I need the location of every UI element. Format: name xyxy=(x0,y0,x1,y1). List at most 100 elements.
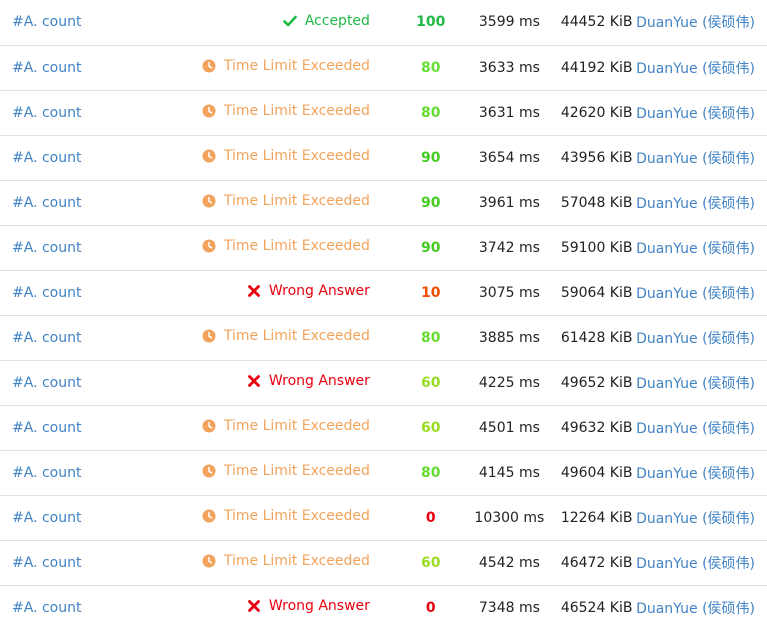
user-link[interactable]: DuanYue (侯硕伟) xyxy=(636,151,755,167)
user-cell: DuanYue (侯硕伟) xyxy=(636,360,767,405)
score-value: 100 xyxy=(416,14,446,31)
status-link[interactable]: Time Limit Exceeded xyxy=(202,58,370,74)
status-link[interactable]: Time Limit Exceeded xyxy=(202,103,370,119)
user-link[interactable]: DuanYue (侯硕伟) xyxy=(636,241,755,257)
problem-cell: #A. count xyxy=(0,585,175,624)
memory-value: 49632 KiB xyxy=(560,419,633,436)
cross-icon xyxy=(247,374,261,388)
clock-icon xyxy=(202,149,216,163)
problem-link[interactable]: #A. count xyxy=(12,195,81,211)
time-cell: 3961 ms xyxy=(462,180,558,225)
score-value: 0 xyxy=(425,509,436,526)
clock-icon xyxy=(202,464,216,478)
memory-value: 49604 KiB xyxy=(560,464,633,481)
score-cell: 0 xyxy=(370,495,462,540)
user-link[interactable]: DuanYue (侯硕伟) xyxy=(636,331,755,347)
status-cell: Wrong Answer xyxy=(175,360,370,405)
table-row: #A. count Time Limit Exceeded 90 3654 ms 439… xyxy=(0,135,767,180)
user-link[interactable]: DuanYue (侯硕伟) xyxy=(636,421,755,437)
problem-link[interactable]: #A. count xyxy=(12,150,81,166)
memory-cell: 12264 KiB xyxy=(557,495,636,540)
status-link[interactable]: Wrong Answer xyxy=(247,283,370,299)
score-value: 80 xyxy=(420,464,441,481)
time-cell: 3631 ms xyxy=(462,90,558,135)
user-link[interactable]: DuanYue (侯硕伟) xyxy=(636,511,755,527)
status-link[interactable]: Time Limit Exceeded xyxy=(202,148,370,164)
memory-cell: 59100 KiB xyxy=(557,225,636,270)
problem-link[interactable]: #A. count xyxy=(12,330,81,346)
time-value: 4501 ms xyxy=(478,419,540,436)
cross-icon xyxy=(247,599,261,613)
user-link[interactable]: DuanYue (侯硕伟) xyxy=(636,466,755,482)
user-cell: DuanYue (侯硕伟) xyxy=(636,180,767,225)
time-value: 4225 ms xyxy=(478,374,540,391)
status-label: Time Limit Exceeded xyxy=(223,508,370,524)
user-link[interactable]: DuanYue (侯硕伟) xyxy=(636,196,755,212)
user-cell: DuanYue (侯硕伟) xyxy=(636,270,767,315)
score-cell: 80 xyxy=(370,90,462,135)
table-row: #A. count Accepted 100 3599 ms 44452 KiB Duan… xyxy=(0,0,767,45)
clock-icon xyxy=(202,239,216,253)
problem-link[interactable]: #A. count xyxy=(12,105,81,121)
user-link[interactable]: DuanYue (侯硕伟) xyxy=(636,15,755,31)
memory-value: 44192 KiB xyxy=(560,59,633,76)
memory-cell: 43956 KiB xyxy=(557,135,636,180)
status-link[interactable]: Time Limit Exceeded xyxy=(202,193,370,209)
status-link[interactable]: Time Limit Exceeded xyxy=(202,463,370,479)
problem-link[interactable]: #A. count xyxy=(12,465,81,481)
status-link[interactable]: Accepted xyxy=(282,13,370,29)
user-link[interactable]: DuanYue (侯硕伟) xyxy=(636,106,755,122)
user-cell: DuanYue (侯硕伟) xyxy=(636,315,767,360)
score-value: 80 xyxy=(420,104,441,121)
submissions-table: #A. count Accepted 100 3599 ms 44452 KiB Duan… xyxy=(0,0,767,624)
user-link[interactable]: DuanYue (侯硕伟) xyxy=(636,376,755,392)
memory-cell: 57048 KiB xyxy=(557,180,636,225)
problem-link[interactable]: #A. count xyxy=(12,375,81,391)
user-cell: DuanYue (侯硕伟) xyxy=(636,585,767,624)
score-value: 90 xyxy=(420,239,441,256)
user-link[interactable]: DuanYue (侯硕伟) xyxy=(636,556,755,572)
status-cell: Time Limit Exceeded xyxy=(175,405,370,450)
user-link[interactable]: DuanYue (侯硕伟) xyxy=(636,61,755,77)
user-link[interactable]: DuanYue (侯硕伟) xyxy=(636,601,755,617)
problem-link[interactable]: #A. count xyxy=(12,60,81,76)
score-cell: 80 xyxy=(370,450,462,495)
user-link[interactable]: DuanYue (侯硕伟) xyxy=(636,286,755,302)
status-link[interactable]: Time Limit Exceeded xyxy=(202,508,370,524)
memory-cell: 49652 KiB xyxy=(557,360,636,405)
problem-cell: #A. count xyxy=(0,90,175,135)
memory-cell: 59064 KiB xyxy=(557,270,636,315)
status-link[interactable]: Time Limit Exceeded xyxy=(202,418,370,434)
score-cell: 80 xyxy=(370,315,462,360)
status-link[interactable]: Wrong Answer xyxy=(247,373,370,389)
status-link[interactable]: Time Limit Exceeded xyxy=(202,238,370,254)
memory-value: 46472 KiB xyxy=(560,554,633,571)
score-cell: 80 xyxy=(370,45,462,90)
status-cell: Time Limit Exceeded xyxy=(175,225,370,270)
memory-value: 42620 KiB xyxy=(560,104,633,121)
status-link[interactable]: Time Limit Exceeded xyxy=(202,553,370,569)
score-cell: 90 xyxy=(370,225,462,270)
problem-link[interactable]: #A. count xyxy=(12,14,81,30)
problem-link[interactable]: #A. count xyxy=(12,510,81,526)
user-cell: DuanYue (侯硕伟) xyxy=(636,135,767,180)
problem-link[interactable]: #A. count xyxy=(12,240,81,256)
status-cell: Time Limit Exceeded xyxy=(175,315,370,360)
time-cell: 3599 ms xyxy=(462,0,558,45)
problem-link[interactable]: #A. count xyxy=(12,285,81,301)
table-row: #A. count Time Limit Exceeded 90 3742 ms 591… xyxy=(0,225,767,270)
score-value: 10 xyxy=(420,284,441,301)
status-link[interactable]: Time Limit Exceeded xyxy=(202,328,370,344)
status-cell: Wrong Answer xyxy=(175,585,370,624)
problem-link[interactable]: #A. count xyxy=(12,420,81,436)
memory-value: 57048 KiB xyxy=(560,194,633,211)
time-value: 3633 ms xyxy=(478,59,540,76)
memory-value: 61428 KiB xyxy=(560,329,633,346)
problem-link[interactable]: #A. count xyxy=(12,600,81,616)
time-cell: 4542 ms xyxy=(462,540,558,585)
status-cell: Time Limit Exceeded xyxy=(175,90,370,135)
problem-link[interactable]: #A. count xyxy=(12,555,81,571)
time-value: 3885 ms xyxy=(478,329,540,346)
status-link[interactable]: Wrong Answer xyxy=(247,598,370,614)
status-label: Time Limit Exceeded xyxy=(223,58,370,74)
